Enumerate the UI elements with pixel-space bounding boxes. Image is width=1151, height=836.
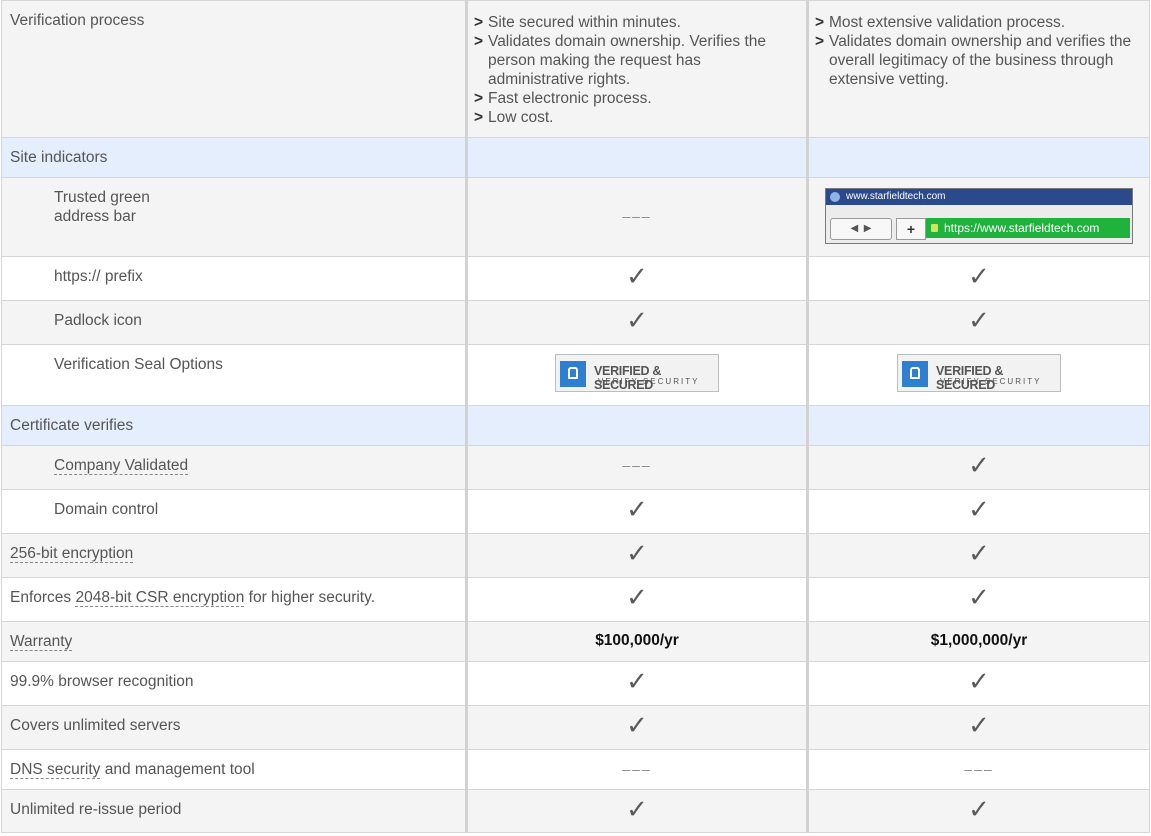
section-title: Site indicators — [10, 149, 108, 166]
warranty-value: $100,000/yr — [595, 632, 679, 649]
seal-subtitle: VERIFY SECURITY — [598, 377, 700, 386]
browser-title: www.starfieldtech.com — [846, 191, 946, 202]
row-label: Padlock icon — [54, 312, 142, 329]
list-item: Fast electronic process. — [474, 89, 798, 108]
checkmark-icon: ✓ — [626, 795, 648, 825]
globe-icon — [830, 192, 840, 202]
row-256-bit-encryption: 256-bit encryption ✓ ✓ — [1, 533, 1150, 578]
verification-list-ev: Most extensive validation process. Valid… — [809, 1, 1149, 99]
row-padlock-icon: Padlock icon ✓ ✓ — [1, 300, 1150, 345]
row-label: Verification process — [10, 12, 145, 29]
list-item: Most extensive validation process. — [815, 13, 1141, 32]
row-label: https:// prefix — [54, 268, 143, 285]
url-text: https://www.starfieldtech.com — [944, 221, 1100, 235]
checkmark-icon: ✓ — [968, 711, 990, 741]
row-unlimited-servers: Covers unlimited servers ✓ ✓ — [1, 705, 1150, 750]
list-item: Site secured within minutes. — [474, 13, 798, 32]
row-warranty: Warranty $100,000/yr $1,000,000/yr — [1, 621, 1150, 662]
checkmark-icon: ✓ — [968, 795, 990, 825]
row-verification-seal: Verification Seal Options VERIFIED & SEC… — [1, 344, 1150, 406]
section-site-indicators: Site indicators — [1, 137, 1150, 178]
shield-lock-icon — [560, 361, 586, 387]
checkmark-icon: ✓ — [626, 495, 648, 525]
green-address-bar-image: www.starfieldtech.com ◀ ▶ + https://www.… — [825, 188, 1133, 244]
checkmark-icon: ✓ — [968, 667, 990, 697]
row-reissue-period: Unlimited re-issue period ✓ ✓ — [1, 789, 1150, 833]
green-url-field: https://www.starfieldtech.com — [926, 218, 1130, 238]
row-2048-bit-csr: Enforces 2048-bit CSR encryption for hig… — [1, 577, 1150, 622]
row-dns-security: DNS security and management tool ––– ––– — [1, 749, 1150, 790]
list-item: Validates domain ownership and verifies … — [815, 32, 1141, 89]
row-label: Enforces 2048-bit CSR encryption for hig… — [10, 589, 376, 607]
row-https-prefix: https:// prefix ✓ ✓ — [1, 256, 1150, 301]
checkmark-icon: ✓ — [968, 451, 990, 481]
row-label: 99.9% browser recognition — [10, 673, 194, 690]
encryption-tooltip-link[interactable]: 256-bit encryption — [10, 545, 134, 563]
browser-navrow: ◀ ▶ + https://www.starfieldtech.com — [830, 215, 1130, 241]
row-label: Verification Seal Options — [54, 356, 223, 373]
row-label: Domain control — [54, 501, 159, 518]
csr-tooltip-link[interactable]: 2048-bit CSR encryption — [75, 589, 245, 607]
row-label: Unlimited re-issue period — [10, 801, 182, 818]
browser-titlebar: www.starfieldtech.com — [826, 189, 1132, 205]
not-included-dash: ––– — [964, 761, 994, 777]
plus-icon: + — [896, 218, 926, 240]
back-forward-icon: ◀ ▶ — [830, 218, 892, 240]
verified-secured-seal: VERIFIED & SECURED VERIFY SECURITY — [555, 354, 719, 392]
row-company-validated: Company Validated ––– ✓ — [1, 445, 1150, 490]
not-included-dash: ––– — [622, 457, 652, 473]
checkmark-icon: ✓ — [626, 711, 648, 741]
not-included-dash: ––– — [622, 761, 652, 777]
checkmark-icon: ✓ — [626, 667, 648, 697]
row-verification-process: Verification process Site secured within… — [1, 0, 1150, 138]
checkmark-icon: ✓ — [968, 262, 990, 292]
list-item: Low cost. — [474, 108, 798, 127]
label-line: address bar — [54, 208, 136, 225]
label-line: Trusted green — [54, 189, 150, 206]
seal-subtitle: VERIFY SECURITY — [940, 377, 1042, 386]
row-label: Trusted green address bar — [2, 178, 465, 236]
checkmark-icon: ✓ — [626, 306, 648, 336]
row-label: DNS security and management tool — [10, 761, 255, 779]
row-label: Covers unlimited servers — [10, 717, 181, 734]
checkmark-icon: ✓ — [626, 583, 648, 613]
checkmark-icon: ✓ — [626, 539, 648, 569]
warranty-tooltip-link[interactable]: Warranty — [10, 633, 73, 651]
warranty-value: $1,000,000/yr — [930, 632, 1028, 649]
verification-list-standard: Site secured within minutes. Validates d… — [468, 1, 806, 137]
dns-tooltip-link[interactable]: DNS security — [10, 761, 101, 779]
row-browser-recognition: 99.9% browser recognition ✓ ✓ — [1, 661, 1150, 706]
checkmark-icon: ✓ — [968, 539, 990, 569]
checkmark-icon: ✓ — [968, 583, 990, 613]
shield-lock-icon — [902, 361, 928, 387]
company-validated-tooltip-link[interactable]: Company Validated — [54, 457, 189, 475]
not-included-dash: ––– — [622, 208, 652, 224]
ssl-comparison-table: Verification process Site secured within… — [1, 0, 1150, 833]
section-title: Certificate verifies — [10, 417, 134, 434]
verified-secured-seal: VERIFIED & SECURED VERIFY SECURITY — [897, 354, 1061, 392]
section-certificate-verifies: Certificate verifies — [1, 405, 1150, 446]
row-green-address-bar: Trusted green address bar ––– www.starfi… — [1, 177, 1150, 257]
checkmark-icon: ✓ — [968, 495, 990, 525]
checkmark-icon: ✓ — [626, 262, 648, 292]
list-item: Validates domain ownership. Verifies the… — [474, 32, 798, 89]
checkmark-icon: ✓ — [968, 306, 990, 336]
row-domain-control: Domain control ✓ ✓ — [1, 489, 1150, 534]
lock-icon — [931, 224, 938, 232]
